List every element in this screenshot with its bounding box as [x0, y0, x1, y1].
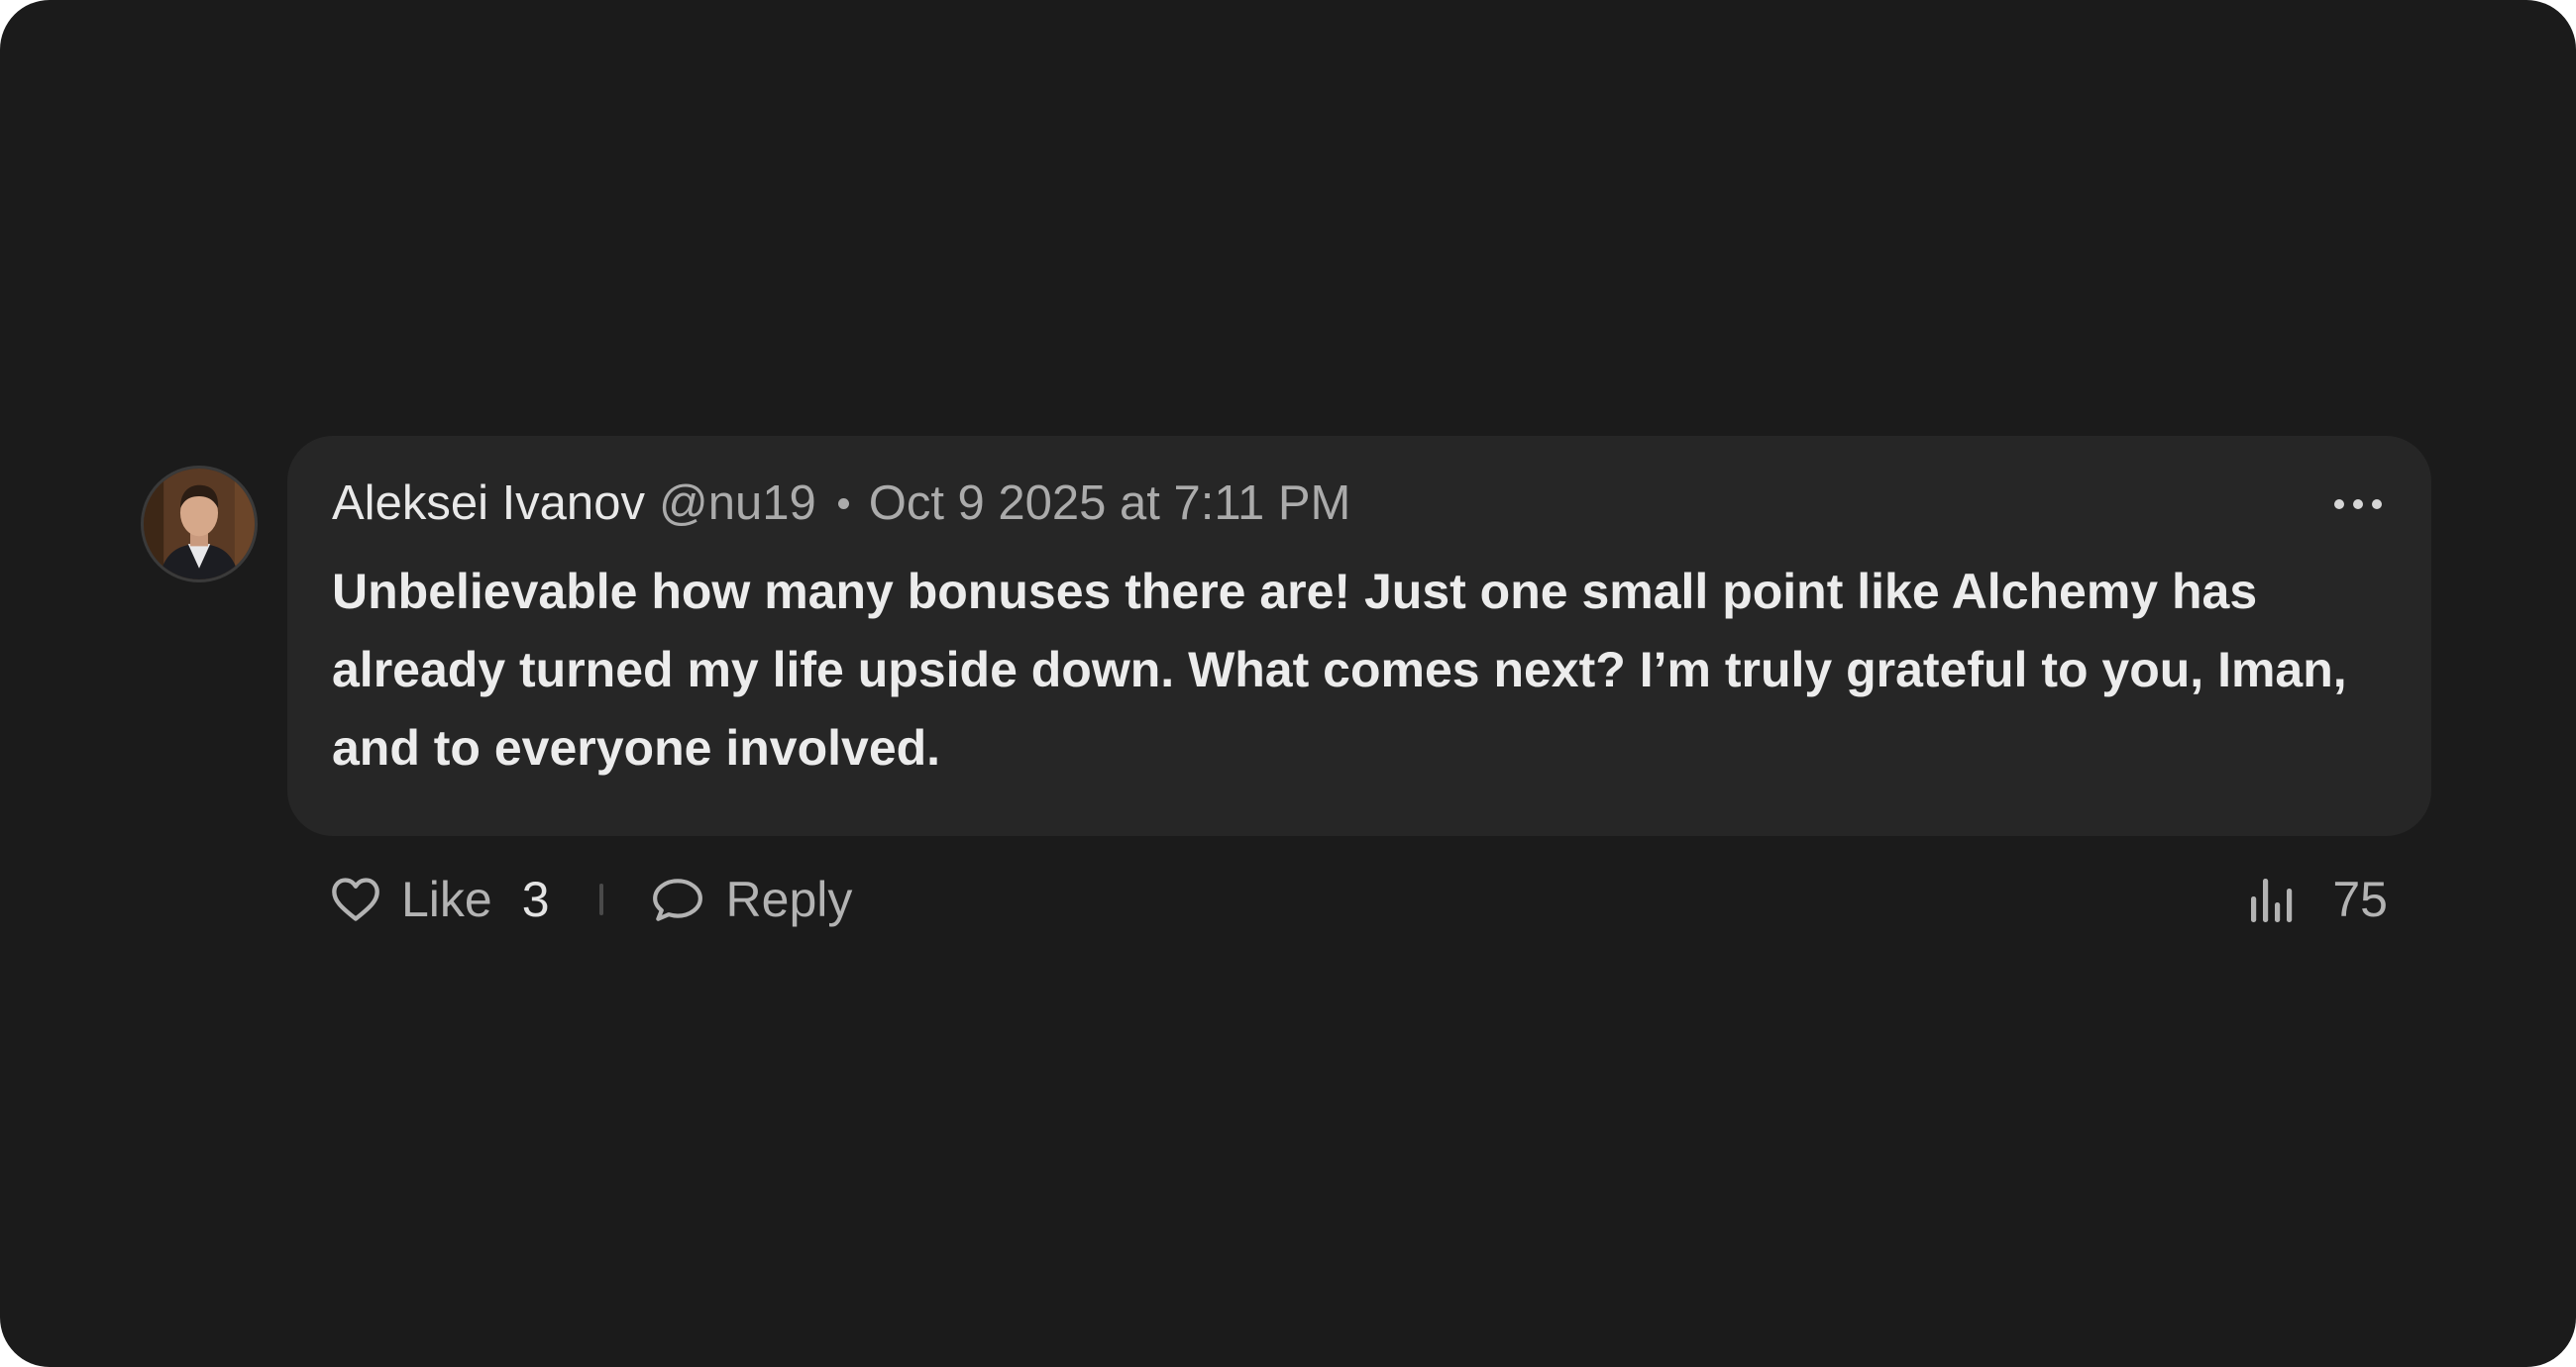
more-options-icon[interactable] [2334, 497, 2382, 511]
reply-label: Reply [725, 872, 853, 927]
bar-chart-icon [2249, 877, 2299, 922]
more-dot [2334, 499, 2344, 509]
like-button[interactable]: Like 3 [330, 871, 550, 928]
chat-bubble-icon [651, 875, 704, 924]
comment-timestamp[interactable]: Oct 9 2025 at 7:11 PM [869, 475, 1351, 531]
comment-text: Unbelievable how many bonuses there are!… [332, 564, 2347, 776]
more-dot [2353, 499, 2363, 509]
more-dot [2372, 499, 2382, 509]
like-label: Like [401, 872, 492, 927]
comment-meta: Aleksei Ivanov @nu19 Oct 9 2025 at 7:11 … [332, 472, 1350, 535]
author-name[interactable]: Aleksei Ivanov [332, 475, 645, 531]
author-handle[interactable]: @nu19 [659, 475, 816, 531]
like-count: 3 [521, 872, 550, 927]
separator-dot [837, 497, 849, 509]
heart-icon [330, 876, 381, 923]
views-count: 75 [2332, 872, 2388, 927]
comment-actions: Like 3 Reply [330, 868, 852, 931]
comment-bubble: Aleksei Ivanov @nu19 Oct 9 2025 at 7:11 … [287, 436, 2431, 836]
avatar-image [144, 469, 255, 579]
reply-button[interactable]: Reply [651, 871, 853, 928]
action-divider [598, 884, 603, 915]
avatar[interactable] [141, 466, 258, 582]
comment-card: Aleksei Ivanov @nu19 Oct 9 2025 at 7:11 … [0, 0, 2576, 1367]
views-counter: 75 [2249, 868, 2388, 931]
